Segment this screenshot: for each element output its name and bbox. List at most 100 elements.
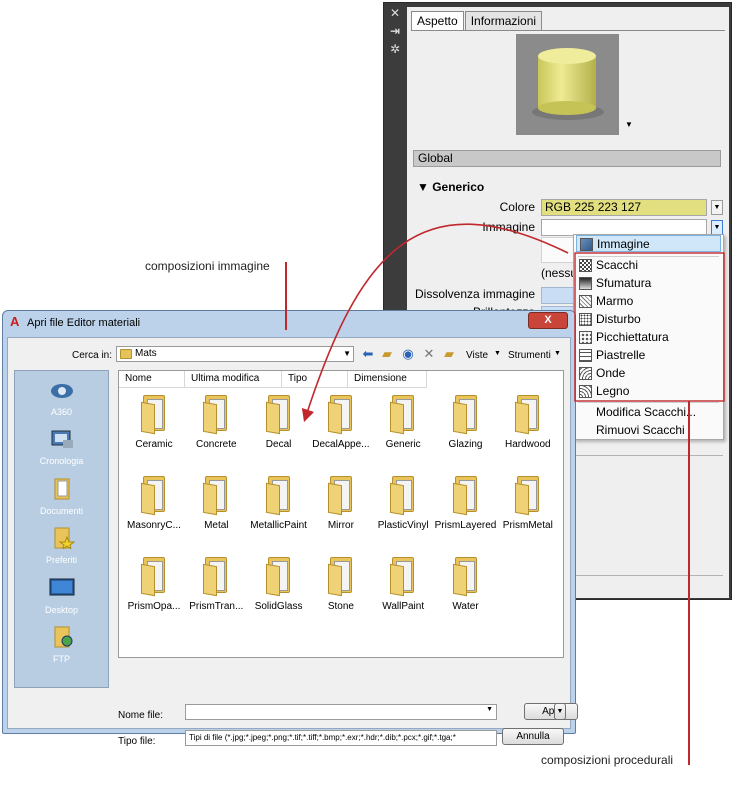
place-documenti[interactable]: Documenti bbox=[15, 478, 108, 516]
folder-item[interactable]: DecalAppe... bbox=[309, 395, 373, 450]
tabs-divider bbox=[411, 30, 725, 31]
views-chevron-icon[interactable]: ▼ bbox=[494, 350, 501, 357]
menu-item-legno[interactable]: Legno bbox=[576, 383, 721, 400]
folder-label: WallPaint bbox=[382, 601, 425, 612]
ftp-folder-icon bbox=[54, 626, 72, 648]
folder-item[interactable]: Concrete bbox=[184, 395, 248, 450]
dialog-body: Cerca in: Mats ▼ ⬅ ▰ ◉ ✕ ▰ Viste ▼ Strum… bbox=[7, 337, 578, 747]
material-preview[interactable] bbox=[516, 34, 619, 135]
speckle-icon bbox=[579, 331, 592, 344]
folder-label: Ceramic bbox=[135, 439, 173, 450]
place-label: Preferiti bbox=[45, 555, 77, 565]
new-folder-icon[interactable]: ▰ bbox=[441, 346, 457, 362]
documents-folder-icon bbox=[54, 478, 69, 500]
panel-tabs: Aspetto Informazioni bbox=[411, 11, 543, 31]
folder-item[interactable]: PrismOpa... bbox=[122, 557, 186, 612]
folder-label: PrismLayered bbox=[434, 520, 497, 531]
cloud-icon bbox=[50, 384, 73, 398]
tools-chevron-icon[interactable]: ▼ bbox=[554, 350, 561, 357]
folder-item[interactable]: Generic bbox=[371, 395, 435, 450]
gradient-icon bbox=[579, 277, 592, 290]
menu-item-label: Marmo bbox=[596, 294, 634, 308]
preview-dropdown-icon[interactable]: ▼ bbox=[625, 120, 633, 129]
folder-item[interactable]: PrismTran... bbox=[184, 557, 248, 612]
marble-icon bbox=[579, 295, 592, 308]
delete-icon[interactable]: ✕ bbox=[421, 346, 437, 362]
chevron-down-icon[interactable]: ▼ bbox=[486, 706, 493, 713]
folder-item[interactable]: Glazing bbox=[434, 395, 498, 450]
search-web-icon[interactable]: ◉ bbox=[400, 346, 416, 362]
folder-item[interactable]: WallPaint bbox=[371, 557, 435, 612]
folder-item[interactable]: Metal bbox=[184, 476, 248, 531]
folder-item[interactable]: PrismMetal bbox=[496, 476, 560, 531]
folder-label: PrismTran... bbox=[189, 601, 244, 612]
menu-item-label: Legno bbox=[596, 384, 630, 398]
image-icon bbox=[580, 238, 593, 251]
folder-item[interactable]: PrismLayered bbox=[434, 476, 498, 531]
folder-icon bbox=[388, 395, 418, 435]
folder-item[interactable]: SolidGlass bbox=[247, 557, 311, 612]
open-options-button[interactable]: ▼ bbox=[554, 703, 566, 720]
column-header-type[interactable]: Tipo bbox=[282, 371, 348, 388]
close-icon[interactable]: ✕ bbox=[389, 7, 401, 19]
menu-item-piastrelle[interactable]: Piastrelle bbox=[576, 347, 721, 364]
file-list[interactable]: Nome Ultima modifica Tipo Dimensione Cer… bbox=[118, 370, 564, 658]
image-dropdown-button[interactable]: ▼ bbox=[711, 220, 723, 235]
folder-item[interactable]: MasonryC... bbox=[122, 476, 186, 531]
menu-item-marmo[interactable]: Marmo bbox=[576, 293, 721, 310]
settings-icon[interactable]: ✲ bbox=[389, 43, 401, 55]
place-desktop[interactable]: Desktop bbox=[15, 577, 108, 615]
filetype-select[interactable]: Tipi di file (*.jpg;*.jpeg;*.png;*.tif;*… bbox=[185, 730, 497, 746]
column-header-name[interactable]: Nome bbox=[119, 371, 185, 388]
menu-item-sfumatura[interactable]: Sfumatura bbox=[576, 275, 721, 292]
folder-item[interactable]: PlasticVinyl bbox=[371, 476, 435, 531]
place-a360[interactable]: A360 bbox=[15, 379, 108, 417]
folder-icon bbox=[139, 395, 169, 435]
folder-item[interactable]: Decal bbox=[247, 395, 311, 450]
section-global[interactable]: Global bbox=[413, 150, 721, 167]
column-header-modified[interactable]: Ultima modifica bbox=[185, 371, 282, 388]
group-generico[interactable]: ▼ Generico bbox=[417, 180, 484, 194]
back-arrow-icon[interactable]: ⬅ bbox=[360, 346, 376, 362]
tab-informazioni[interactable]: Informazioni bbox=[464, 11, 543, 31]
waves-icon bbox=[579, 367, 592, 380]
menu-item-immagine[interactable]: Immagine bbox=[576, 235, 721, 252]
tab-aspetto[interactable]: Aspetto bbox=[411, 11, 464, 31]
history-icon bbox=[51, 430, 73, 448]
folder-item[interactable]: Stone bbox=[309, 557, 373, 612]
folder-label: Water bbox=[452, 601, 479, 612]
folder-label: Concrete bbox=[196, 439, 237, 450]
look-in-combo[interactable]: Mats ▼ bbox=[116, 346, 354, 362]
menu-item-disturbo[interactable]: Disturbo bbox=[576, 311, 721, 328]
place-preferiti[interactable]: Preferiti bbox=[15, 527, 108, 565]
menu-item-scacchi[interactable]: Scacchi bbox=[576, 257, 721, 274]
up-folder-icon[interactable]: ▰ bbox=[379, 346, 395, 362]
menu-item-onde[interactable]: Onde bbox=[576, 365, 721, 382]
cancel-button[interactable]: Annulla bbox=[502, 728, 564, 745]
pin-icon[interactable]: ⇥ bbox=[389, 25, 401, 37]
place-ftp[interactable]: FTP bbox=[15, 626, 108, 664]
autocad-logo-icon: A bbox=[10, 314, 20, 329]
column-header-size[interactable]: Dimensione bbox=[348, 371, 427, 388]
color-dropdown-button[interactable]: ▼ bbox=[711, 200, 723, 215]
color-field[interactable]: RGB 225 223 127 bbox=[541, 199, 707, 216]
views-menu[interactable]: Viste bbox=[466, 350, 488, 361]
menu-item-remove-checker[interactable]: Rimuovi Scacchi bbox=[576, 422, 721, 439]
folder-icon bbox=[264, 557, 294, 597]
filename-field[interactable]: ▼ bbox=[185, 704, 497, 720]
menu-item-label: Immagine bbox=[597, 237, 650, 251]
folder-label: Decal bbox=[265, 439, 292, 450]
folder-item[interactable]: Ceramic bbox=[122, 395, 186, 450]
menu-item-edit-checker[interactable]: Modifica Scacchi... bbox=[576, 404, 721, 421]
close-button[interactable]: X bbox=[528, 312, 568, 329]
place-label: Desktop bbox=[44, 605, 79, 615]
folder-item[interactable]: Water bbox=[434, 557, 498, 612]
folder-item[interactable]: MetallicPaint bbox=[247, 476, 311, 531]
place-cronologia[interactable]: Cronologia bbox=[15, 428, 108, 466]
tools-menu[interactable]: Strumenti bbox=[508, 350, 551, 361]
folder-item[interactable]: Hardwood bbox=[496, 395, 560, 450]
folder-item[interactable]: Mirror bbox=[309, 476, 373, 531]
folder-icon bbox=[326, 476, 356, 516]
menu-item-picchiettatura[interactable]: Picchiettatura bbox=[576, 329, 721, 346]
open-button[interactable]: Apri bbox=[524, 703, 578, 720]
